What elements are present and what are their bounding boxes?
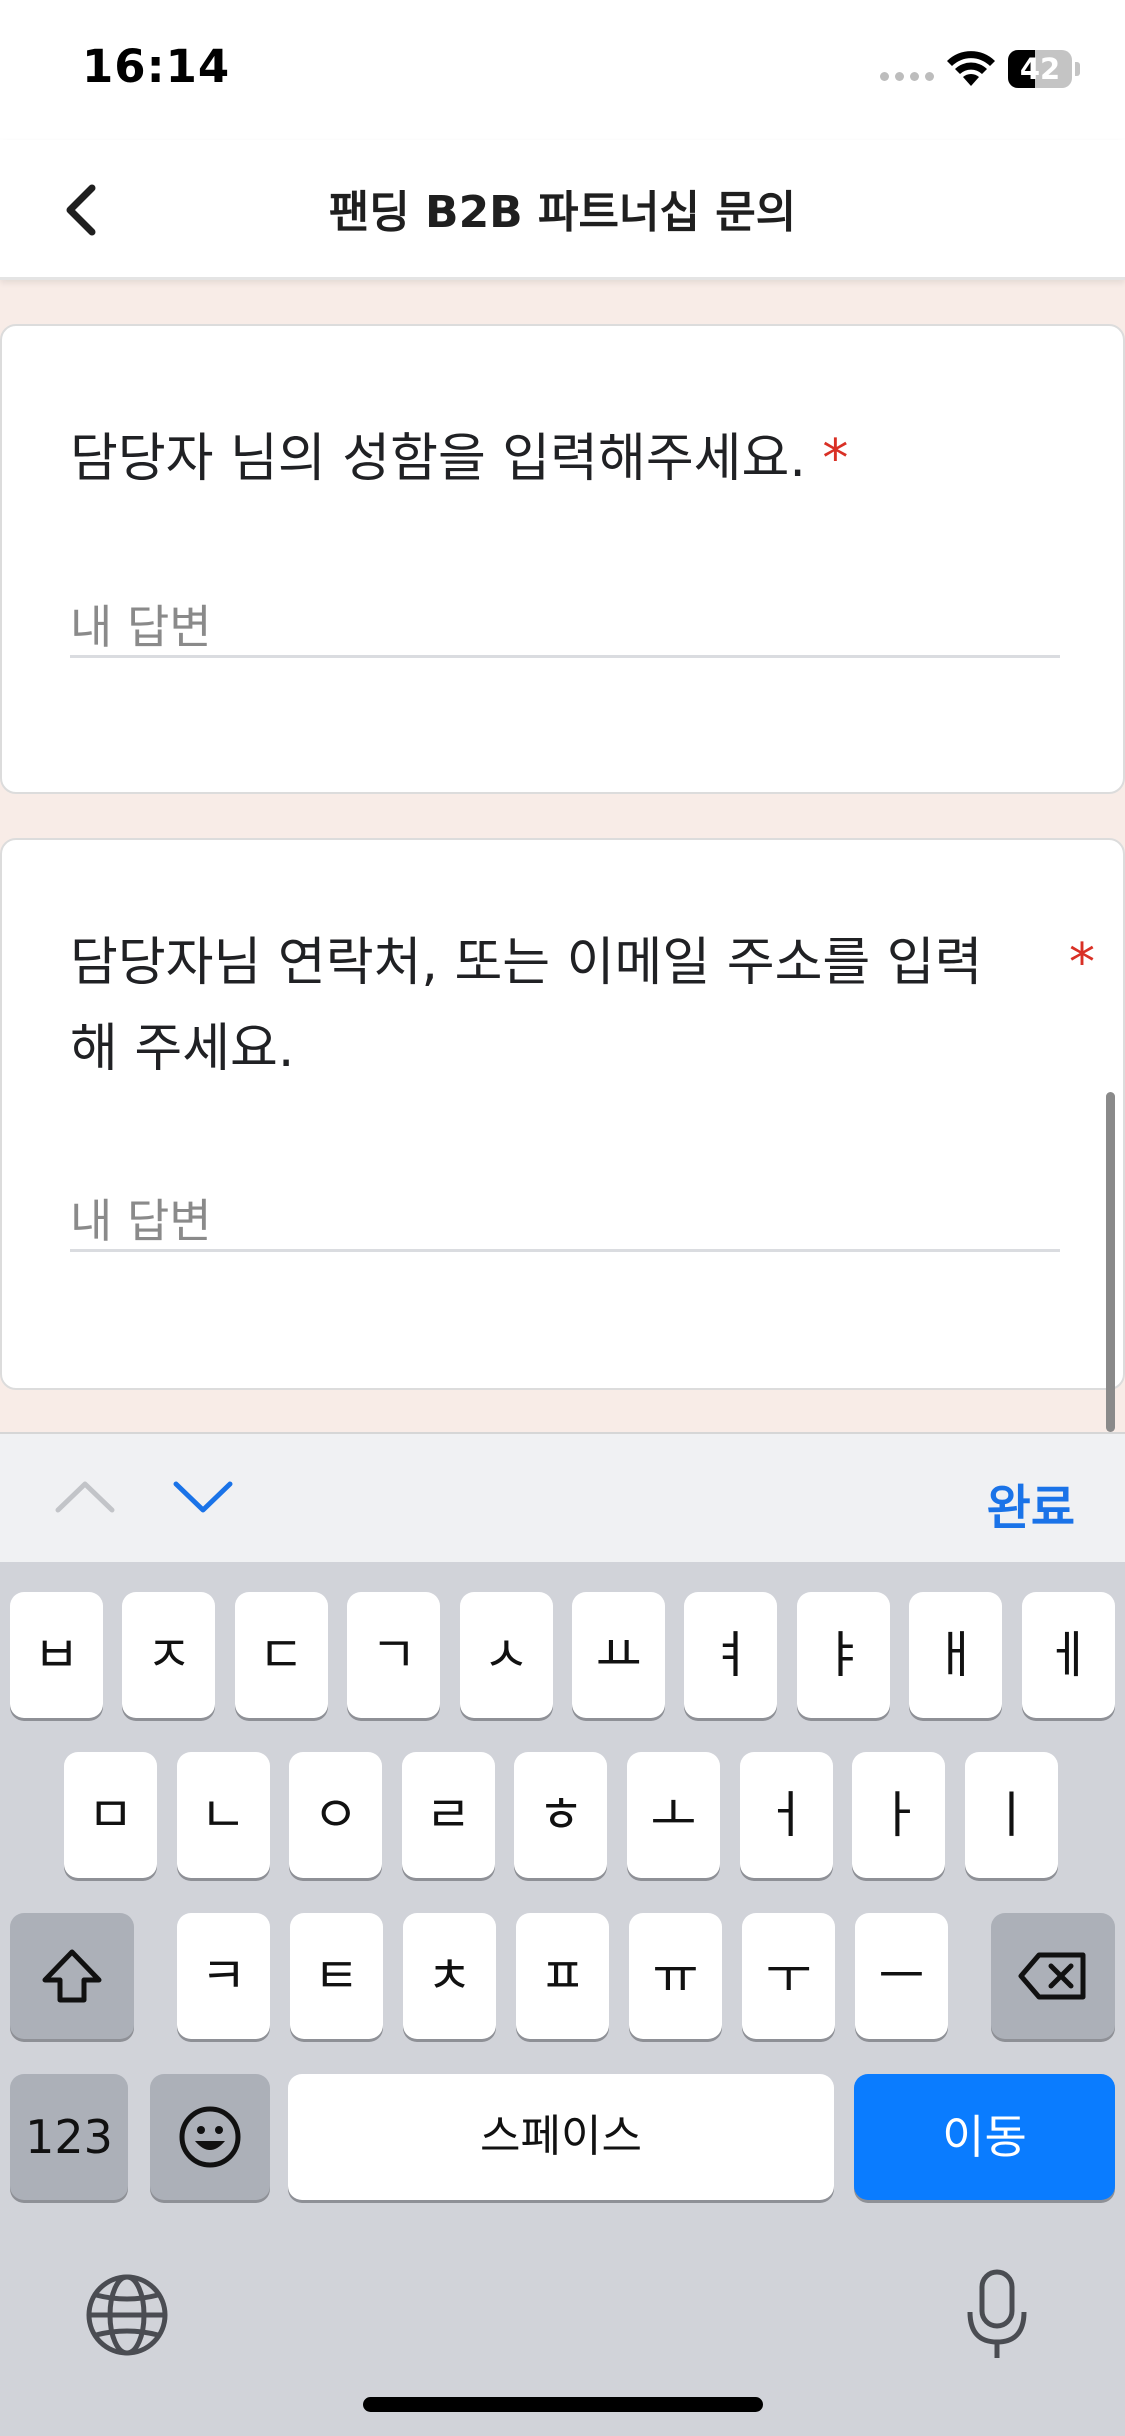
key-row1-7[interactable]: ㅑ [796,1592,890,1718]
back-icon[interactable] [50,170,120,250]
status-time: 16:14 [82,40,231,93]
wifi-icon [947,51,995,86]
required-mark: * [822,429,849,489]
globe-icon[interactable] [82,2270,172,2360]
key-row3-2[interactable]: ㅊ [403,1913,496,2039]
key-row1-2[interactable]: ㄷ [234,1592,328,1718]
key-row1-0[interactable]: ㅂ [10,1592,103,1718]
battery-icon: 42 [1008,50,1080,88]
key-row3-0[interactable]: ㅋ [177,1913,270,2039]
question-label: 담당자 님의 성함을 입력해주세요. * [70,416,1063,502]
cellular-signal-icon [880,72,934,82]
status-bar: 16:14 42 [0,0,1125,140]
scrollbar[interactable] [1106,1092,1115,1432]
key-row3-3[interactable]: ㅍ [516,1913,609,2039]
key-row2-5[interactable]: ㅗ [627,1752,720,1878]
key-row1-9[interactable]: ㅔ [1021,1592,1115,1718]
microphone-icon[interactable] [962,2268,1032,2364]
numbers-key[interactable]: 123 [10,2074,128,2200]
key-row2-6[interactable]: ㅓ [739,1752,833,1878]
home-indicator[interactable] [363,2397,763,2412]
emoji-icon [179,2106,241,2168]
key-row1-3[interactable]: ㄱ [347,1592,441,1718]
shift-icon [42,1949,102,2003]
shift-key[interactable] [10,1913,134,2039]
key-row2-3[interactable]: ㄹ [401,1752,495,1878]
key-row1-5[interactable]: ㅛ [572,1592,665,1718]
navigation-header: 팬딩 B2B 파트너십 문의 [0,140,1125,280]
question-text: 담당자님 연락처, 또는 이메일 주소를 입력해 주세요. [70,933,983,1079]
page-title: 팬딩 B2B 파트너십 문의 [328,187,797,238]
key-row2-7[interactable]: ㅏ [852,1752,946,1878]
delete-icon [1018,1952,1086,2000]
key-row3-5[interactable]: ㅜ [742,1913,835,2039]
korean-keyboard: ㅂㅈㄷㄱㅅㅛㅕㅑㅐㅔ ㅁㄴㅇㄹㅎㅗㅓㅏㅣ ㅋㅌㅊㅍㅠㅜㅡ 123 스페이스 이동 [0,1562,1125,2436]
key-row3-4[interactable]: ㅠ [629,1913,722,2039]
key-row1-1[interactable]: ㅈ [122,1592,216,1718]
emoji-key[interactable] [150,2074,270,2200]
chevron-down-icon[interactable] [170,1472,236,1522]
contact-answer-input[interactable] [70,1192,1060,1252]
required-mark: * [1069,933,1095,993]
key-row1-8[interactable]: ㅐ [909,1592,1003,1718]
question-card: 담당자님 연락처, 또는 이메일 주소를 입력해 주세요. * [0,838,1125,1390]
battery-level: 42 [1019,52,1061,86]
question-text: 담당자 님의 성함을 입력해주세요. [70,429,806,489]
key-row2-2[interactable]: ㅇ [289,1752,383,1878]
key-row3-6[interactable]: ㅡ [855,1913,948,2039]
key-row1-4[interactable]: ㅅ [459,1592,553,1718]
done-button[interactable]: 완료 [987,1468,1075,1538]
name-answer-input[interactable] [70,598,1060,658]
key-row3-1[interactable]: ㅌ [290,1913,383,2039]
key-row2-1[interactable]: ㄴ [176,1752,270,1878]
keyboard-accessory-bar: 완료 [0,1432,1125,1562]
delete-key[interactable] [991,1913,1115,2039]
question-card: 담당자 님의 성함을 입력해주세요. * [0,324,1125,794]
chevron-up-icon[interactable] [52,1472,118,1522]
key-row2-8[interactable]: ㅣ [964,1752,1058,1878]
go-key[interactable]: 이동 [854,2074,1115,2200]
key-row2-4[interactable]: ㅎ [514,1752,608,1878]
key-row1-6[interactable]: ㅕ [684,1592,778,1718]
key-row2-0[interactable]: ㅁ [64,1752,157,1878]
space-key[interactable]: 스페이스 [288,2074,834,2200]
